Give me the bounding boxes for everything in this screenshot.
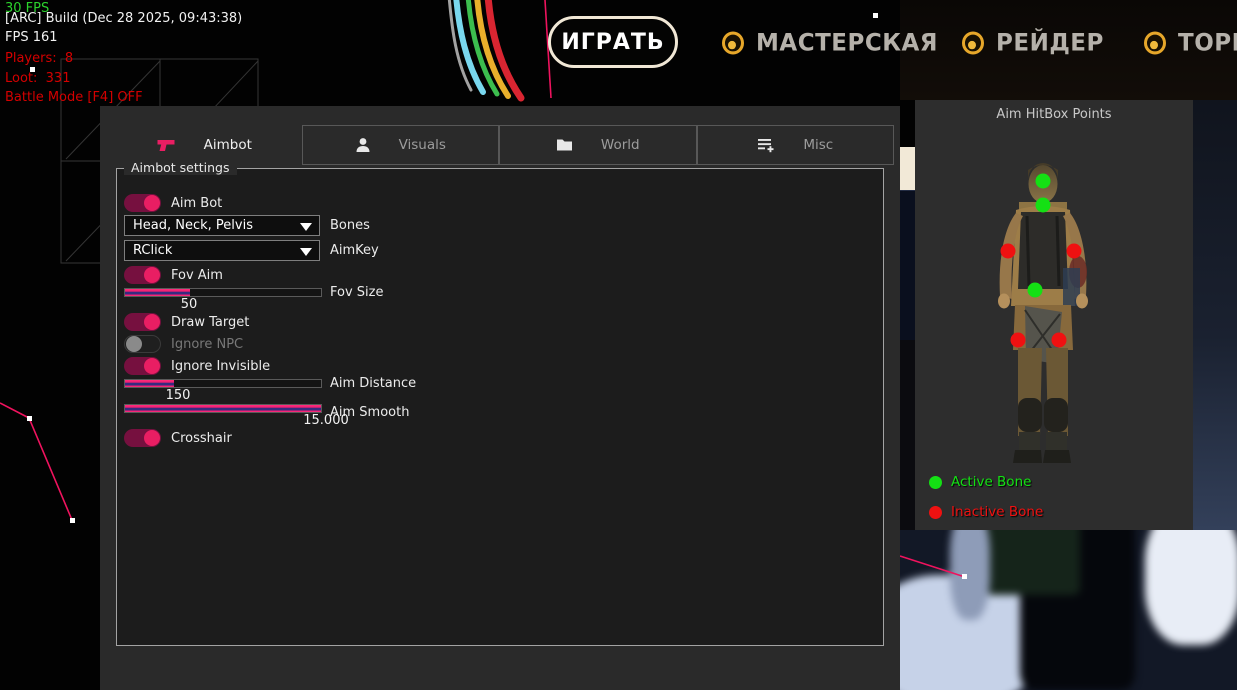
aimkey-dropdown-value: RClick: [133, 243, 172, 258]
tab-label: World: [601, 137, 640, 153]
game-screen: 30 FPS [ARC] Build (Dec 28 2025, 09:43:3…: [0, 0, 1237, 690]
person-icon: [355, 137, 371, 153]
nav-item-workshop[interactable]: МАСТЕРСКАЯ: [722, 28, 938, 57]
aimkey-dropdown[interactable]: RClick: [124, 240, 320, 261]
aim-smooth-slider[interactable]: [124, 404, 322, 413]
playlist-add-icon: [757, 137, 775, 153]
chevron-down-icon: [300, 248, 312, 256]
play-button[interactable]: ИГРАТЬ: [548, 16, 678, 68]
aim-distance-value: 150: [148, 388, 208, 403]
coin-icon: [1144, 31, 1166, 54]
legend-label: Inactive Bone: [951, 504, 1043, 520]
draw-target-toggle[interactable]: [124, 313, 161, 331]
debug-hud: 30 FPS [ARC] Build (Dec 28 2025, 09:43:3…: [5, 0, 22, 120]
hud-fps: FPS 161: [5, 30, 365, 45]
bones-dropdown[interactable]: Head, Neck, Pelvis: [124, 215, 320, 236]
hitbox-point-inactive: [1067, 244, 1082, 259]
aim-distance-label: Aim Distance: [330, 376, 416, 391]
nav-item-label: ТОРГО: [1178, 29, 1237, 56]
inactive-bone-dot-icon: [929, 506, 942, 519]
esp-node-dot: [70, 518, 75, 523]
fov-size-value: 50: [159, 297, 219, 312]
legend-inactive-bone: Inactive Bone: [929, 504, 1043, 520]
tab-label: Aimbot: [204, 137, 252, 153]
pistol-icon: [156, 138, 176, 153]
hud-players-count: Players: 8: [5, 51, 365, 66]
fov-size-slider[interactable]: [124, 288, 322, 297]
ignore-npc-label: Ignore NPC: [171, 337, 243, 352]
tab-world[interactable]: World: [499, 125, 697, 165]
groupbox-title: Aimbot settings: [124, 160, 237, 175]
ignore-npc-toggle[interactable]: [124, 335, 161, 353]
nav-item-raider[interactable]: РЕЙДЕР: [962, 28, 1104, 57]
nav-item-label: РЕЙДЕР: [996, 29, 1104, 56]
chevron-down-icon: [300, 223, 312, 231]
aim-smooth-value: 15.000: [296, 413, 356, 428]
folder-icon: [556, 138, 573, 152]
aim-bot-toggle[interactable]: [124, 194, 161, 212]
esp-node-dot: [962, 574, 967, 579]
hitbox-point-active: [1036, 174, 1051, 189]
hitbox-point-active: [1028, 283, 1043, 298]
aimkey-label: AimKey: [330, 243, 379, 258]
coin-icon: [722, 31, 744, 54]
coin-icon: [962, 31, 984, 54]
hitbox-point-inactive: [1001, 244, 1016, 259]
fov-aim-label: Fov Aim: [171, 268, 223, 283]
hud-battle-mode: Battle Mode [F4] OFF: [5, 90, 365, 105]
nav-item-label: МАСТЕРСКАЯ: [756, 29, 938, 56]
esp-node-dot: [873, 13, 878, 18]
ignore-invisible-toggle[interactable]: [124, 357, 161, 375]
hitbox-point-active: [1036, 198, 1051, 213]
esp-node-dot: [27, 416, 32, 421]
hitbox-panel: Aim HitBox Points: [915, 100, 1193, 530]
hud-loot-count: Loot: 331: [5, 71, 365, 86]
bones-dropdown-value: Head, Neck, Pelvis: [133, 218, 253, 233]
hitbox-point-inactive: [1011, 333, 1026, 348]
bones-label: Bones: [330, 218, 370, 233]
aim-bot-label: Aim Bot: [171, 196, 222, 211]
tab-label: Visuals: [399, 137, 446, 153]
tab-visuals[interactable]: Visuals: [302, 125, 500, 165]
nav-item-trade[interactable]: ТОРГО: [1144, 28, 1237, 57]
fov-aim-toggle[interactable]: [124, 266, 161, 284]
hitbox-dots: [915, 100, 1193, 530]
active-bone-dot-icon: [929, 476, 942, 489]
crosshair-label: Crosshair: [171, 431, 232, 446]
tab-misc[interactable]: Misc: [697, 125, 895, 165]
fov-size-label: Fov Size: [330, 285, 383, 300]
crosshair-toggle[interactable]: [124, 429, 161, 447]
legend-active-bone: Active Bone: [929, 474, 1031, 490]
tab-bar: Aimbot Visuals World Misc: [106, 125, 894, 165]
hud-build-info: [ARC] Build (Dec 28 2025, 09:43:38): [5, 11, 365, 26]
legend-label: Active Bone: [951, 474, 1031, 490]
tab-aimbot[interactable]: Aimbot: [106, 125, 302, 165]
draw-target-label: Draw Target: [171, 315, 249, 330]
ignore-invisible-label: Ignore Invisible: [171, 359, 270, 374]
hitbox-point-inactive: [1052, 333, 1067, 348]
aim-distance-slider[interactable]: [124, 379, 322, 388]
cheat-menu-panel: Aimbot Visuals World Misc: [100, 106, 900, 690]
tab-label: Misc: [803, 137, 833, 153]
